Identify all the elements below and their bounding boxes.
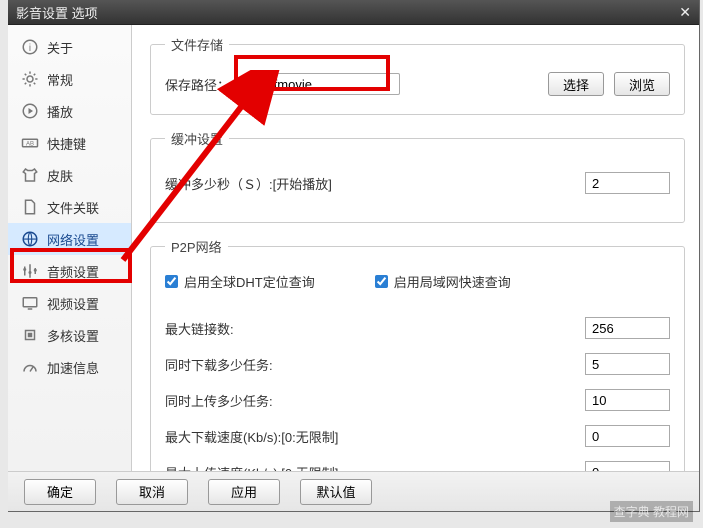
- lan-checkbox-input[interactable]: [375, 275, 388, 288]
- keyboard-icon: AB: [20, 133, 40, 153]
- concurrent-downloads-input[interactable]: [585, 353, 670, 375]
- group-legend: 文件存储: [165, 35, 229, 54]
- dht-checkbox-input[interactable]: [165, 275, 178, 288]
- sidebar-item-label: 常规: [47, 70, 73, 89]
- group-buffer: 缓冲设置 缓冲多少秒（Ｓ）:[开始播放]: [150, 129, 685, 223]
- close-icon[interactable]: ✕: [679, 4, 691, 21]
- sidebar-item-label: 文件关联: [47, 198, 99, 217]
- sidebar-item-label: 加速信息: [47, 358, 99, 377]
- sidebar-item-skin[interactable]: 皮肤: [8, 159, 131, 191]
- svg-text:i: i: [29, 43, 31, 54]
- footer: 确定 取消 应用 默认值: [8, 471, 699, 511]
- lan-checkbox-label: 启用局域网快速查询: [394, 272, 511, 291]
- sidebar-item-about[interactable]: i 关于: [8, 31, 131, 63]
- sidebar-item-video[interactable]: 视频设置: [8, 287, 131, 319]
- group-storage: 文件存储 保存路径： 选择 浏览: [150, 35, 685, 115]
- sidebar-item-label: 网络设置: [47, 230, 99, 249]
- max-upload-speed-input[interactable]: [585, 461, 670, 471]
- dht-checkbox[interactable]: 启用全球DHT定位查询: [165, 272, 315, 291]
- sidebar-item-audio[interactable]: 音频设置: [8, 255, 131, 287]
- sidebar-item-network[interactable]: 网络设置: [8, 223, 131, 255]
- dht-checkbox-label: 启用全球DHT定位查询: [184, 272, 315, 291]
- speed-icon: [20, 357, 40, 377]
- sidebar-item-general[interactable]: 常规: [8, 63, 131, 95]
- title-bar: 影音设置 选项 ✕: [8, 0, 699, 25]
- group-legend: P2P网络: [165, 237, 228, 256]
- watermark: 查字典 教程网: [610, 501, 693, 522]
- path-label: 保存路径：: [165, 75, 235, 94]
- max-download-speed-input[interactable]: [585, 425, 670, 447]
- sidebar-item-multicore[interactable]: 多核设置: [8, 319, 131, 351]
- sidebar-item-file-assoc[interactable]: 文件关联: [8, 191, 131, 223]
- buffer-seconds-input[interactable]: [585, 172, 670, 194]
- sidebar-item-label: 关于: [47, 38, 73, 57]
- sidebar-item-label: 播放: [47, 102, 73, 121]
- tshirt-icon: [20, 165, 40, 185]
- ok-button[interactable]: 确定: [24, 479, 96, 505]
- default-button[interactable]: 默认值: [300, 479, 372, 505]
- concurrent-downloads-label: 同时下载多少任务:: [165, 355, 585, 374]
- browse-button[interactable]: 浏览: [614, 72, 670, 96]
- content-area: 文件存储 保存路径： 选择 浏览 缓冲设置 缓冲多少秒（Ｓ）:[开始播放] P2…: [132, 25, 699, 471]
- buffer-label: 缓冲多少秒（Ｓ）:[开始播放]: [165, 174, 585, 193]
- sidebar-item-hotkeys[interactable]: AB 快捷键: [8, 127, 131, 159]
- cancel-button[interactable]: 取消: [116, 479, 188, 505]
- sidebar-item-label: 快捷键: [47, 134, 86, 153]
- file-icon: [20, 197, 40, 217]
- group-legend: 缓冲设置: [165, 129, 229, 148]
- max-download-speed-label: 最大下载速度(Kb/s):[0:无限制]: [165, 427, 585, 446]
- sidebar-item-label: 多核设置: [47, 326, 99, 345]
- chip-icon: [20, 325, 40, 345]
- max-connections-input[interactable]: [585, 317, 670, 339]
- window-title: 影音设置 选项: [16, 3, 98, 22]
- select-button[interactable]: 选择: [548, 72, 604, 96]
- apply-button[interactable]: 应用: [208, 479, 280, 505]
- globe-icon: [20, 229, 40, 249]
- gear-icon: [20, 69, 40, 89]
- info-icon: i: [20, 37, 40, 57]
- save-path-input[interactable]: [245, 73, 400, 95]
- equalizer-icon: [20, 261, 40, 281]
- sidebar-item-label: 视频设置: [47, 294, 99, 313]
- play-icon: [20, 101, 40, 121]
- monitor-icon: [20, 293, 40, 313]
- sidebar-item-playback[interactable]: 播放: [8, 95, 131, 127]
- max-upload-speed-label: 最大上传速度(Kb/s):[0:无限制]: [165, 463, 585, 472]
- max-connections-label: 最大链接数:: [165, 319, 585, 338]
- sidebar-item-label: 皮肤: [47, 166, 73, 185]
- svg-text:AB: AB: [26, 141, 34, 147]
- sidebar-item-accel[interactable]: 加速信息: [8, 351, 131, 383]
- sidebar-item-label: 音频设置: [47, 262, 99, 281]
- group-p2p: P2P网络 启用全球DHT定位查询 启用局域网快速查询 最大链接数:: [150, 237, 685, 471]
- concurrent-uploads-label: 同时上传多少任务:: [165, 391, 585, 410]
- concurrent-uploads-input[interactable]: [585, 389, 670, 411]
- sidebar: i 关于 常规 播放 AB 快捷键 皮肤 文件关联: [8, 25, 132, 471]
- lan-checkbox[interactable]: 启用局域网快速查询: [375, 272, 511, 291]
